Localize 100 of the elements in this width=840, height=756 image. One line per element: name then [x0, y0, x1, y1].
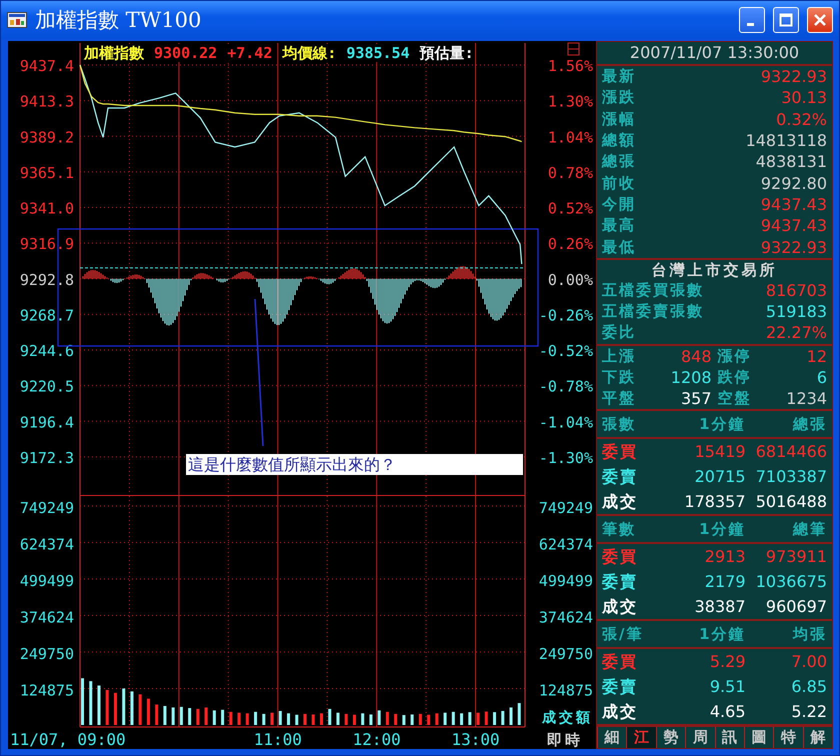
breadth-value: 6: [816, 366, 827, 388]
table-cell-text: 7.00: [790, 650, 827, 673]
table-header: 1分鐘: [698, 518, 746, 540]
panel-tab[interactable]: 周: [685, 726, 714, 748]
table-cell-text: 5016488: [754, 490, 827, 513]
panel-tab[interactable]: 勢: [656, 726, 686, 748]
chart-header-text: +7.42: [227, 44, 272, 62]
volume-bar: [427, 714, 430, 725]
breadth-value: 12: [806, 346, 827, 367]
volume-bar: [155, 704, 158, 725]
volume-bar: [212, 710, 216, 725]
maximize-button[interactable]: [773, 7, 799, 33]
percent-axis-label: -1.30%: [538, 448, 593, 467]
percent-axis-label: -1.04%: [538, 413, 593, 432]
price-axis-label: 9196.4: [20, 413, 74, 432]
percent-axis-label: 0.52%: [548, 200, 593, 218]
quote-value: 9437.43: [760, 194, 827, 214]
quote-label: 前收: [602, 174, 636, 193]
percent-axis-label: -0.26%: [538, 306, 593, 324]
percent-axis-label: 0.00%: [548, 270, 593, 289]
table-cell-text: 4.65: [708, 700, 746, 723]
maximize-icon: [779, 13, 793, 27]
volume-bar: [402, 715, 406, 725]
volume-bar: [476, 712, 480, 725]
volume-bar: [295, 714, 298, 725]
quote-label: 今開: [602, 194, 636, 214]
volume-bar: [188, 708, 192, 725]
volume-bar: [518, 703, 521, 725]
volume-bar: [493, 712, 496, 725]
table-header: 總筆: [792, 518, 827, 540]
quote-value: 14813118: [746, 131, 827, 150]
volume-unit-label: 成交額: [542, 710, 593, 726]
panel-tab[interactable]: 訊: [714, 726, 744, 748]
panel-tab[interactable]: 圖: [744, 726, 774, 748]
volume-bar: [444, 712, 447, 725]
volume-bar: [320, 713, 323, 725]
volume-bar: [270, 712, 274, 725]
panel-tab[interactable]: 江: [626, 726, 656, 748]
volume-bar: [246, 713, 249, 725]
volume-bar: [138, 694, 142, 725]
volume-bar: [344, 714, 348, 725]
price-axis-label: 9220.5: [20, 378, 74, 396]
table-cell-text: 178357: [683, 490, 746, 513]
volume-bar: [106, 690, 109, 725]
volume-bar: [163, 706, 166, 725]
volume-bar: [352, 714, 356, 725]
table-cell-text: 15419: [694, 440, 746, 463]
price-axis-label: 9244.6: [20, 342, 74, 360]
percent-axis-label: -0.52%: [538, 342, 593, 360]
table-cell-text: 6814466: [754, 440, 827, 463]
quote-label: 最高: [602, 216, 636, 236]
realtime-button[interactable]: 即時: [547, 731, 583, 749]
table-row-label: 成交: [602, 490, 639, 513]
quote-label: 總張: [602, 152, 636, 172]
close-button[interactable]: [807, 7, 833, 33]
quote-value: 0.32%: [776, 110, 827, 129]
volume-axis-label: 624374: [20, 536, 74, 554]
volume-bar: [452, 712, 455, 725]
table-cell-text: 7103387: [754, 466, 827, 488]
volume-bar: [287, 713, 290, 725]
table-header: 筆數: [602, 518, 637, 540]
volume-axis-label: 499499: [20, 572, 74, 590]
volume-bar: [262, 714, 266, 725]
table-header: 均張: [792, 624, 827, 645]
quote-value: 30.13: [781, 88, 827, 108]
volume-bar: [204, 707, 208, 725]
table-row-label: 委賣: [602, 466, 639, 488]
table-cell-text: 9.51: [708, 676, 746, 698]
table-row-label: 委賣: [602, 570, 639, 593]
price-axis-label: 9365.1: [20, 164, 74, 182]
quote-label: 漲幅: [602, 110, 636, 129]
quote-label: 五檔委買張數: [602, 280, 704, 300]
minimize-button[interactable]: [739, 7, 765, 33]
panel-tab[interactable]: 解: [802, 726, 832, 748]
table-row-label: 委賣: [602, 676, 639, 698]
volume-bar: [460, 713, 464, 725]
table-cell-text: 973911: [764, 546, 827, 568]
table-cell-text: 5.22: [790, 700, 827, 723]
volume-bar: [146, 698, 150, 725]
breadth-value: 1234: [785, 388, 827, 409]
quote-value: 9322.93: [760, 67, 827, 86]
percent-axis-label: 0.78%: [548, 164, 593, 182]
volume-bar: [361, 713, 364, 725]
quote-value: 816703: [766, 280, 827, 300]
volume-bar: [418, 714, 422, 725]
quote-value: 9437.43: [760, 216, 827, 236]
breadth-value: 848: [680, 346, 712, 367]
percent-axis-label: 1.30%: [548, 92, 593, 111]
panel-toggle-icon[interactable]: [568, 42, 580, 56]
volume-bar: [304, 714, 306, 725]
volume-axis-label: 249750: [538, 645, 593, 663]
panel-tab[interactable]: 特: [773, 726, 803, 748]
percent-axis-label: -0.78%: [538, 378, 593, 396]
table-cell-text: 20715: [694, 466, 746, 488]
table-row-label: 委買: [602, 546, 639, 568]
chart-header-text: 9300.22: [154, 44, 218, 62]
panel-tab[interactable]: 細: [597, 726, 626, 748]
breadth-label: 空盤: [718, 388, 752, 409]
volume-bar: [180, 706, 183, 725]
table-cell-text: 2179: [704, 570, 746, 593]
